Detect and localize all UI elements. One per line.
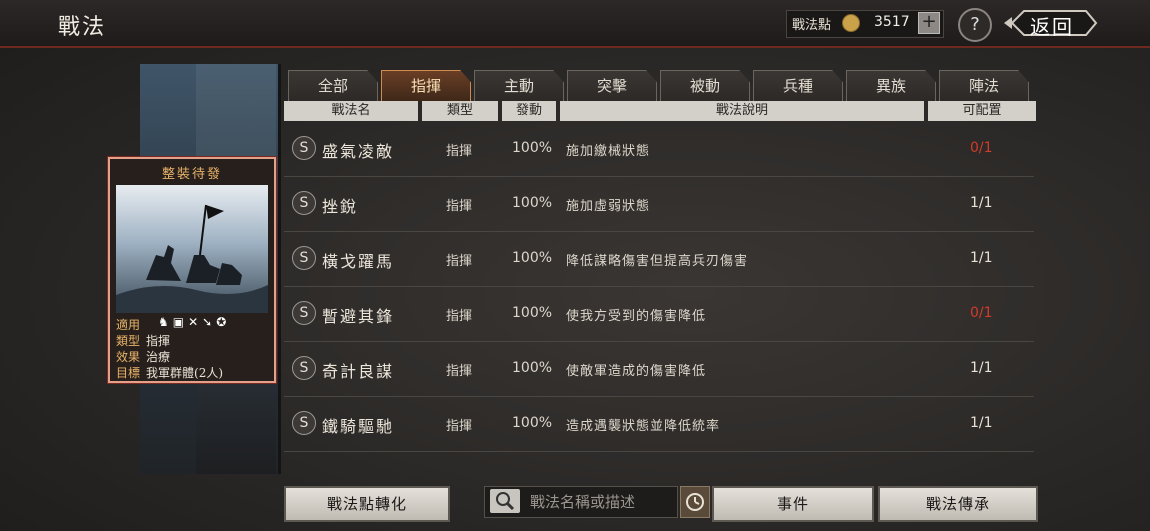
table-row[interactable]: S 暫避其鋒 指揮 100% 使我方受到的傷害降低 0/1 — [284, 287, 1034, 342]
tactic-rate: 100% — [512, 140, 553, 156]
tactic-points-label: 戰法點 — [792, 18, 832, 33]
tactic-description: 使敵軍造成的傷害降低 — [566, 364, 707, 379]
tactic-description: 造成遇襲狀態並降低統率 — [566, 419, 721, 434]
tactic-rate: 100% — [512, 360, 553, 376]
card-title: 整裝待發 — [161, 167, 222, 182]
card-row-effect: 效果 治療 — [116, 350, 171, 364]
tactic-description: 降低謀略傷害但提高兵刃傷害 — [566, 254, 749, 269]
grade-badge: S — [292, 136, 316, 160]
tactic-name: 暫避其鋒 — [322, 307, 395, 326]
column-header-rate[interactable]: 發動 — [502, 101, 556, 121]
tactic-rate: 100% — [512, 195, 553, 211]
applicable-unit-icons: ♞▣✕➘✪ — [158, 315, 231, 329]
search-input[interactable]: 戰法名稱或描述 — [530, 491, 635, 512]
table-row[interactable]: S 挫銳 指揮 100% 施加虛弱狀態 1/1 — [284, 177, 1034, 232]
grade-badge: S — [292, 191, 316, 215]
tactic-name: 橫戈躍馬 — [322, 252, 395, 271]
tactic-name: 奇計良謀 — [322, 362, 395, 381]
tactic-available: 1/1 — [970, 195, 993, 211]
add-points-button[interactable]: + — [918, 12, 940, 34]
card-artwork — [116, 185, 268, 313]
tactic-card: 整裝待發 ♞▣✕➘✪ 適用 類型 指揮 效果 治療 目標 我軍群體(2人) — [108, 157, 276, 383]
tab-assault[interactable]: 突擊 — [567, 70, 657, 101]
column-header-type[interactable]: 類型 — [422, 101, 498, 121]
return-label[interactable]: 返回 — [1030, 11, 1074, 40]
tactic-list[interactable]: S 盛氣凌敵 指揮 100% 施加繳械狀態 0/1 S 挫銳 指揮 100% 施… — [284, 122, 1034, 474]
tactic-name: 鐵騎驅馳 — [322, 417, 395, 436]
tactic-rate: 100% — [512, 250, 553, 266]
column-header-name[interactable]: 戰法名 — [284, 101, 418, 121]
column-header-description[interactable]: 戰法說明 — [560, 101, 924, 121]
tactic-name: 挫銳 — [322, 197, 359, 216]
tactic-available: 0/1 — [970, 140, 993, 156]
column-header-available[interactable]: 可配置 — [928, 101, 1036, 121]
tab-foreign[interactable]: 異族 — [846, 70, 936, 101]
tactic-type: 指揮 — [446, 254, 473, 269]
table-row[interactable]: S 鐵騎驅馳 指揮 100% 造成遇襲狀態並降低統率 1/1 — [284, 397, 1034, 452]
tactic-description: 使我方受到的傷害降低 — [566, 309, 707, 324]
tactic-type: 指揮 — [446, 309, 473, 324]
card-row-applicable: 適用 — [116, 318, 141, 332]
events-button[interactable]: 事件 — [712, 486, 874, 522]
grade-badge: S — [292, 356, 316, 380]
tactic-rate: 100% — [512, 415, 553, 431]
clock-icon[interactable] — [680, 486, 710, 518]
tab-troop[interactable]: 兵種 — [753, 70, 843, 101]
tactic-description: 施加虛弱狀態 — [566, 199, 651, 214]
tactic-rate: 100% — [512, 305, 553, 321]
grade-badge: S — [292, 246, 316, 270]
tactic-type: 指揮 — [446, 419, 473, 434]
tactic-type: 指揮 — [446, 144, 473, 159]
tactic-available: 1/1 — [970, 415, 993, 431]
tab-formation[interactable]: 陣法 — [939, 70, 1029, 101]
table-row[interactable]: S 盛氣凌敵 指揮 100% 施加繳械狀態 0/1 — [284, 122, 1034, 177]
tactic-available: 1/1 — [970, 250, 993, 266]
tactic-type: 指揮 — [446, 199, 473, 214]
convert-points-button[interactable]: 戰法點轉化 — [284, 486, 450, 522]
table-row[interactable]: S 橫戈躍馬 指揮 100% 降低謀略傷害但提高兵刃傷害 1/1 — [284, 232, 1034, 287]
search-icon[interactable] — [490, 489, 520, 513]
help-button[interactable]: ? — [958, 8, 992, 42]
grade-badge: S — [292, 301, 316, 325]
card-row-target: 目標 我軍群體(2人) — [116, 366, 224, 380]
card-row-type: 類型 指揮 — [116, 334, 171, 348]
coin-icon — [842, 14, 860, 32]
tactic-description: 施加繳械狀態 — [566, 144, 651, 159]
grade-badge: S — [292, 411, 316, 435]
tab-command[interactable]: 指揮 — [381, 70, 471, 101]
table-row[interactable]: S 奇計良謀 指揮 100% 使敵軍造成的傷害降低 1/1 — [284, 342, 1034, 397]
tactic-type: 指揮 — [446, 364, 473, 379]
tactic-name: 盛氣凌敵 — [322, 142, 395, 161]
tab-all[interactable]: 全部 — [288, 70, 378, 101]
tactic-points-value: 3517 — [874, 14, 910, 30]
tab-active[interactable]: 主動 — [474, 70, 564, 101]
tactic-available: 1/1 — [970, 360, 993, 376]
tactic-available: 0/1 — [970, 305, 993, 321]
inherit-tactic-button[interactable]: 戰法傳承 — [878, 486, 1038, 522]
page-title: 戰法 — [58, 15, 107, 40]
tab-passive[interactable]: 被動 — [660, 70, 750, 101]
